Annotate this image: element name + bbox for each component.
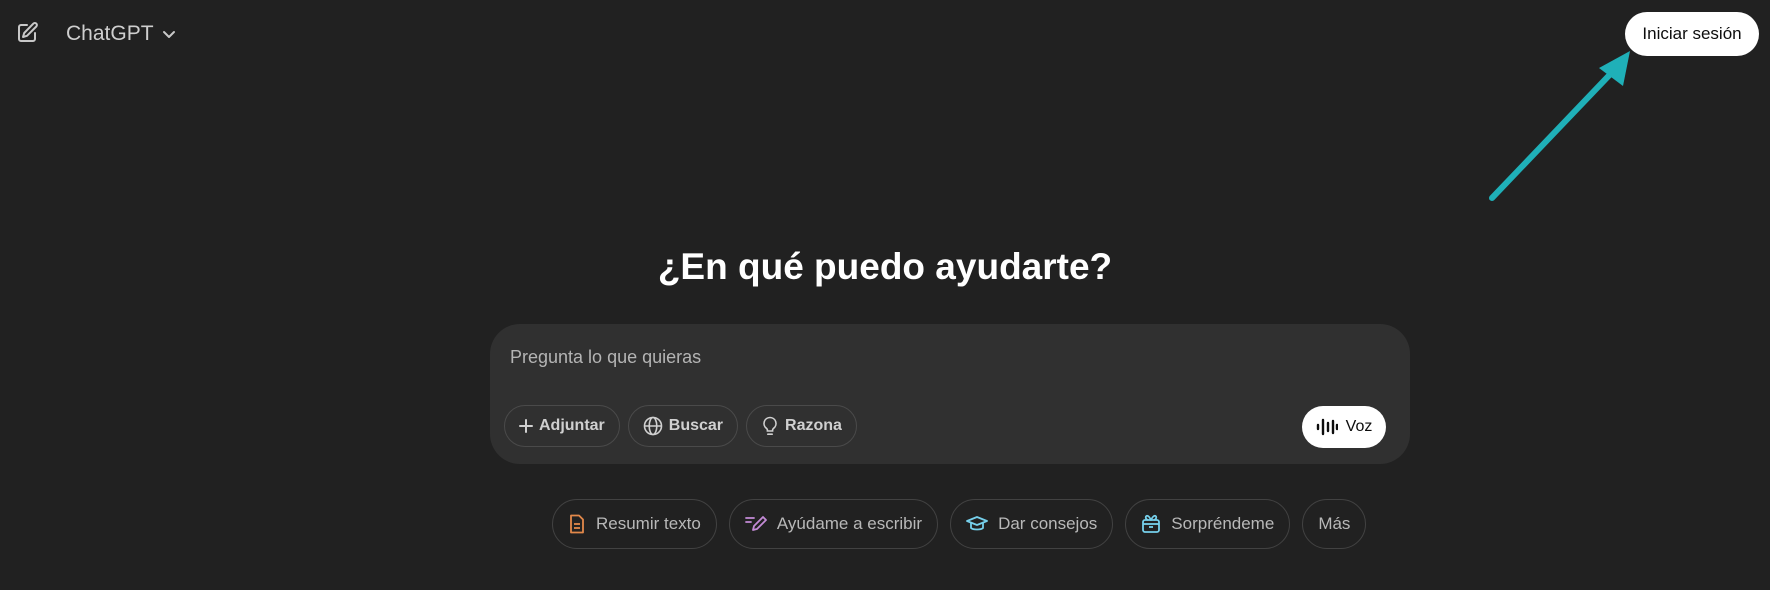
suggestion-summarize[interactable]: Resumir texto <box>552 499 717 549</box>
plus-icon <box>519 419 533 433</box>
reason-label: Razona <box>785 417 842 434</box>
suggestion-chips: Resumir texto Ayúdame a escribir Dar con… <box>552 499 1367 549</box>
page-headline: ¿En qué puedo ayudarte? <box>657 246 1113 287</box>
search-label: Buscar <box>668 417 724 434</box>
suggestion-advice[interactable]: Dar consejos <box>950 499 1114 549</box>
suggestion-write[interactable]: Ayúdame a escribir <box>728 499 939 549</box>
prompt-input[interactable] <box>508 342 1372 372</box>
voice-button[interactable]: Voz <box>1302 406 1386 448</box>
attach-label: Adjuntar <box>539 417 605 434</box>
composer: Adjuntar Buscar Razona Voz <box>490 324 1410 464</box>
suggestion-more[interactable]: Más <box>1302 499 1367 549</box>
search-button[interactable]: Buscar <box>627 405 739 447</box>
model-name: ChatGPT <box>66 22 154 45</box>
signin-button[interactable]: Iniciar sesión <box>1625 12 1759 56</box>
composer-tools: Adjuntar Buscar Razona <box>504 405 857 447</box>
model-selector[interactable]: ChatGPT <box>66 18 176 50</box>
suggestion-label: Más <box>1318 514 1351 533</box>
suggestion-label: Resumir texto <box>596 514 701 533</box>
reason-button[interactable]: Razona <box>746 405 857 447</box>
chevron-down-icon <box>162 31 175 38</box>
suggestion-label: Ayúdame a escribir <box>776 514 923 533</box>
pen-icon <box>744 516 767 531</box>
document-icon <box>570 514 584 534</box>
annotation-arrow <box>1489 51 1630 201</box>
waveform-icon <box>1316 418 1338 436</box>
voice-label: Voz <box>1345 418 1373 435</box>
lightbulb-icon <box>763 416 777 436</box>
globe-icon <box>643 416 663 436</box>
new-chat-button[interactable] <box>12 18 42 48</box>
edit-icon <box>18 22 38 42</box>
suggestion-surprise[interactable]: Sorpréndeme <box>1125 499 1291 549</box>
graduation-cap-icon <box>966 516 988 531</box>
attach-button[interactable]: Adjuntar <box>504 405 620 447</box>
gift-icon <box>1142 514 1161 533</box>
suggestion-label: Dar consejos <box>998 514 1098 533</box>
suggestion-label: Sorpréndeme <box>1171 514 1275 533</box>
